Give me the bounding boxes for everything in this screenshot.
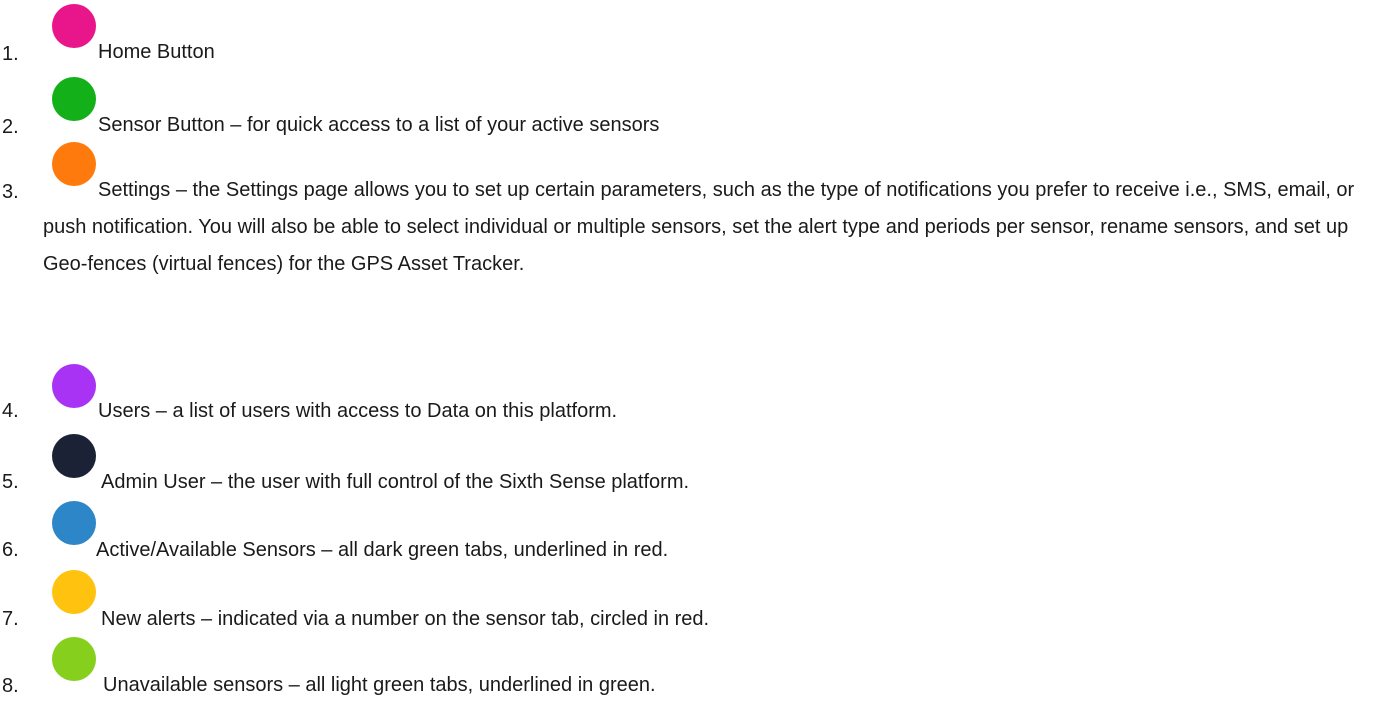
blue-dot-icon [52, 501, 96, 545]
item-number: 6. [2, 539, 19, 561]
item-number: 3. [2, 181, 19, 203]
item-number: 8. [2, 675, 19, 697]
item-text: Admin User – the user with full control … [101, 471, 690, 493]
purple-dot-icon [52, 364, 96, 408]
item-text: Unavailable sensors – all light green ta… [103, 674, 656, 696]
navy-dot-icon [52, 434, 96, 478]
item-text: Home Button [98, 41, 215, 63]
yellow-dot-icon [52, 570, 96, 614]
item-number: 2. [2, 116, 19, 138]
legend-list: 1. Home Button 2. Sensor Button – for qu… [0, 0, 1382, 707]
item-number: 1. [2, 43, 19, 65]
item-text: Sensor Button – for quick access to a li… [98, 114, 660, 136]
item-number: 5. [2, 471, 19, 493]
item-text: Settings – the Settings page allows you … [43, 179, 1355, 275]
light-green-dot-icon [52, 637, 96, 681]
item-number: 4. [2, 400, 19, 422]
item-text: New alerts – indicated via a number on t… [101, 608, 710, 630]
item-text: Active/Available Sensors – all dark gree… [96, 539, 669, 561]
item-number: 7. [2, 608, 19, 630]
green-dot-icon [52, 77, 96, 121]
item-text: Users – a list of users with access to D… [98, 400, 618, 422]
magenta-dot-icon [52, 4, 96, 48]
